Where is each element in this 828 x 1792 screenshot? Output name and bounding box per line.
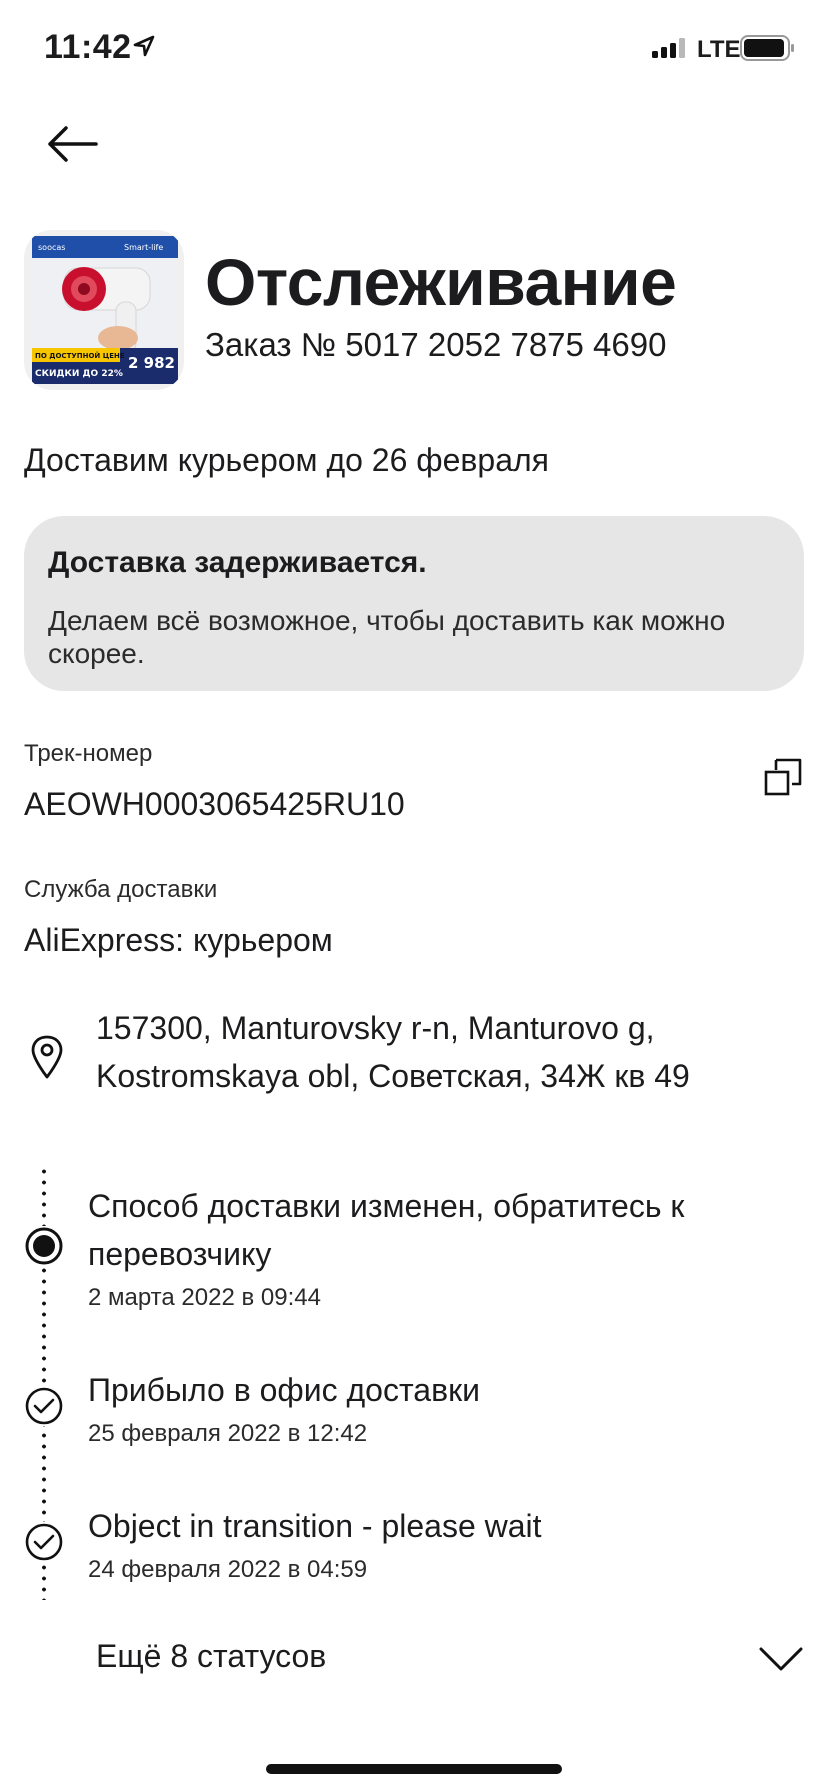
- hair-dryer-image: soocas Smart-life ПО ДОСТУПНОЙ ЦЕНЕ СКИД…: [32, 236, 178, 384]
- promo-price: 2 982: [128, 354, 175, 372]
- copy-icon[interactable]: [762, 756, 804, 798]
- location-arrow-icon: [133, 35, 155, 57]
- timeline-status: Прибыло в офис доставки: [88, 1372, 480, 1408]
- delivery-address: 157300, Manturovsky r-n, Manturovo g, Ko…: [96, 1010, 690, 1094]
- delay-notice-title: Доставка задерживается.: [48, 546, 427, 579]
- timeline-date: 2 марта 2022 в 09:44: [88, 1284, 321, 1311]
- delivery-estimate: Доставим курьером до 26 февраля: [24, 442, 549, 478]
- more-statuses-button[interactable]: Ещё 8 статусов: [96, 1638, 326, 1675]
- signal-icon: [652, 38, 685, 58]
- product-thumbnail[interactable]: soocas Smart-life ПО ДОСТУПНОЙ ЦЕНЕ СКИД…: [24, 230, 184, 390]
- chevron-down-icon[interactable]: [758, 1646, 804, 1672]
- timeline-status: Способ доставки изменен, обратитесь к пе…: [88, 1188, 685, 1272]
- service-value: AliExpress: курьером: [24, 922, 333, 958]
- promo-line-1: ПО ДОСТУПНОЙ ЦЕНЕ: [35, 351, 125, 360]
- status-time: 11:42: [44, 28, 132, 66]
- home-indicator[interactable]: [266, 1764, 562, 1774]
- battery-icon: [740, 35, 794, 61]
- location-pin-icon: [31, 1035, 63, 1079]
- page-title: Отслеживание: [205, 245, 677, 319]
- check-circle-icon: [24, 1522, 64, 1562]
- promo-line-2: СКИДКИ ДО 22%: [35, 369, 123, 379]
- status-bar: 11:42 LTE: [0, 0, 828, 100]
- badge-text: Smart-life: [124, 243, 163, 252]
- delay-notice-text: Делаем всё возможное, чтобы доставить ка…: [48, 605, 726, 669]
- timeline-date: 25 февраля 2022 в 12:42: [88, 1420, 368, 1447]
- tracking-label: Трек-номер: [24, 740, 153, 767]
- tracking-number[interactable]: AEOWH0003065425RU10: [24, 786, 405, 823]
- back-arrow-icon[interactable]: [44, 122, 100, 166]
- timeline-date: 24 февраля 2022 в 04:59: [88, 1556, 368, 1583]
- brand-text: soocas: [38, 243, 65, 252]
- network-type: LTE: [697, 36, 741, 63]
- check-circle-icon: [24, 1386, 64, 1426]
- timeline-status: Object in transition - please wait: [88, 1508, 542, 1544]
- delay-notice-card: Доставка задерживается. Делаем всё возмо…: [24, 516, 804, 691]
- current-dot-icon: [24, 1226, 64, 1266]
- order-number: Заказ № 5017 2052 7875 4690: [205, 326, 667, 363]
- service-label: Служба доставки: [24, 876, 218, 903]
